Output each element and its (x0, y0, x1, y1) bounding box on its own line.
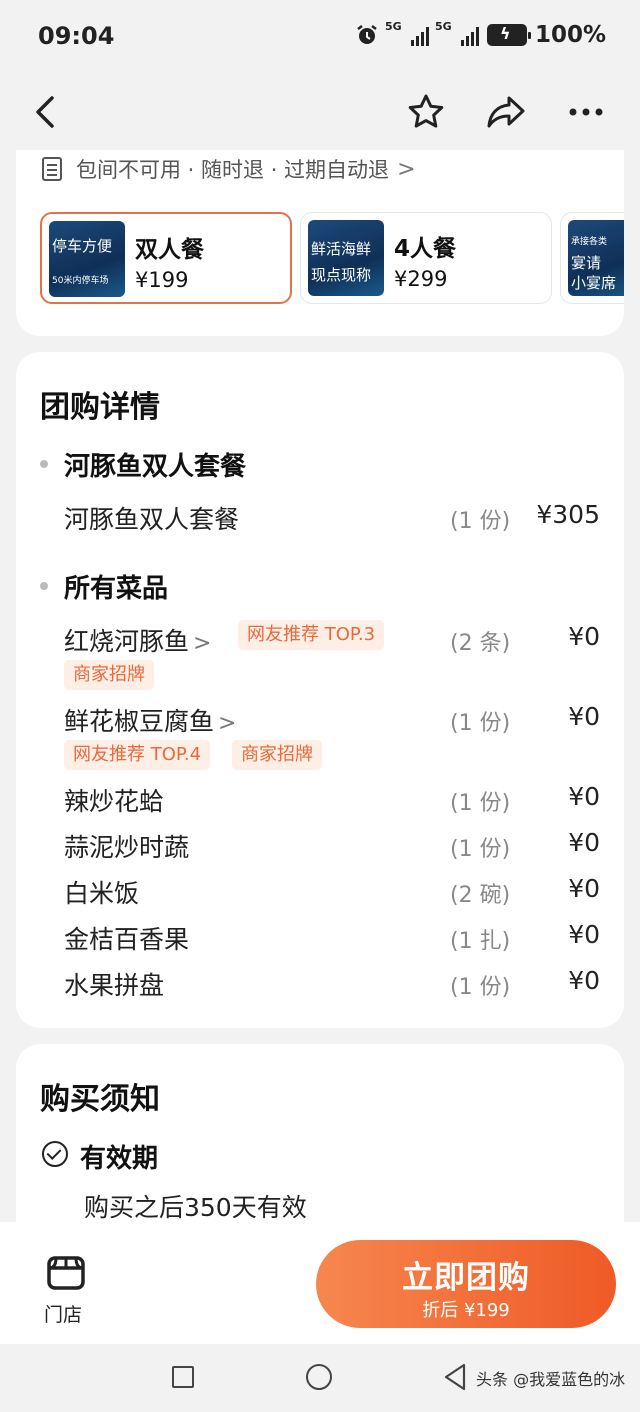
package-name: 双人餐 (135, 237, 204, 263)
dish-qty: (1 份) (450, 837, 511, 862)
details-title: 团购详情 (40, 390, 160, 425)
dish-qty: (1 份) (450, 711, 511, 736)
dish-qty: (1 份) (450, 975, 511, 1000)
dish-link[interactable]: 红烧河豚鱼 > (64, 622, 211, 658)
status-bar: 09:04 5G 5G ϟ 100% (0, 0, 640, 76)
signal-icon: 5G (385, 20, 429, 46)
recommend-tag: 网友推荐 TOP.3 (238, 620, 385, 650)
dish-price: ¥0 (568, 622, 600, 651)
home-button[interactable] (306, 1364, 332, 1390)
buy-now-button[interactable]: 立即团购 折后 ¥199 (316, 1240, 616, 1328)
document-icon (42, 157, 62, 181)
dish-price: ¥0 (568, 920, 600, 949)
store-label: 门店 (44, 1304, 83, 1326)
share-icon (487, 96, 525, 128)
battery-icon: ϟ (486, 24, 531, 46)
status-time: 09:04 (38, 22, 115, 50)
refund-policy-text: 包间不可用 · 随时退 · 过期自动退 (76, 158, 390, 182)
check-circle-icon (42, 1141, 68, 1167)
package-thumbnail: 停车方便 50米内停车场 (49, 221, 125, 297)
dish-price: ¥0 (568, 828, 600, 857)
dish-name: 辣炒花蛤 (64, 787, 165, 816)
package-price: ¥299 (394, 267, 448, 291)
chevron-right-icon: > (218, 711, 237, 736)
back-triangle-icon[interactable] (442, 1362, 468, 1392)
set-group-title: 河豚鱼双人套餐 (64, 452, 247, 482)
refund-policy-row[interactable]: 包间不可用 · 随时退 · 过期自动退 > (42, 154, 416, 184)
more-icon (569, 108, 603, 116)
back-arrow-icon (36, 96, 54, 128)
top-nav (0, 76, 640, 156)
back-button[interactable] (22, 88, 70, 136)
package-option-banquet[interactable]: 承接各类 宴请 小宴席 (560, 212, 624, 304)
dish-qty: (1 份) (450, 791, 511, 816)
buy-discount-label: 折后 ¥199 (422, 1300, 510, 1321)
chevron-right-icon: > (193, 631, 212, 656)
alarm-icon (357, 25, 377, 44)
dish-link[interactable]: 鲜花椒豆腐鱼 > (64, 702, 236, 738)
package-option-two-person[interactable]: 停车方便 50米内停车场 双人餐 ¥199 (40, 212, 292, 304)
bullet (40, 582, 48, 590)
system-nav-bar: 头条 @我爱蓝色的冰 (0, 1344, 640, 1412)
signal-icon: 5G (435, 20, 479, 46)
dishes-group-title: 所有菜品 (64, 574, 169, 604)
set-item-price: ¥305 (536, 500, 600, 529)
recents-button[interactable] (172, 1366, 194, 1388)
signature-tag: 商家招牌 (64, 660, 154, 690)
dish-qty: (2 碗) (450, 883, 511, 908)
dish-price: ¥0 (568, 874, 600, 903)
more-button[interactable] (562, 88, 610, 136)
bottom-action-bar: 门店 立即团购 折后 ¥199 (0, 1222, 640, 1344)
dish-name: 金桔百香果 (64, 925, 190, 954)
notice-title: 购买须知 (40, 1082, 160, 1117)
bullet (40, 460, 48, 468)
dish-name: 白米饭 (64, 879, 140, 908)
dish-qty: (2 条) (450, 631, 511, 656)
buy-now-label: 立即团购 (402, 1260, 530, 1296)
star-icon (408, 94, 444, 128)
package-thumbnail: 承接各类 宴请 小宴席 (568, 220, 624, 296)
dish-name: 蒜泥炒时蔬 (64, 833, 190, 862)
dish-price: ¥0 (568, 966, 600, 995)
watermark: 头条 @我爱蓝色的冰 (476, 1370, 626, 1389)
battery-level: 100% (534, 22, 606, 48)
dish-price: ¥0 (568, 702, 600, 731)
dish-price: ¥0 (568, 782, 600, 811)
status-icons: 5G 5G ϟ 100% (355, 20, 606, 48)
chevron-right-icon: > (397, 156, 416, 182)
favorite-button[interactable] (402, 88, 450, 136)
dish-qty: (1 扎) (450, 929, 511, 954)
package-thumbnail: 鲜活海鲜 现点现称 (308, 220, 384, 296)
validity-title: 有效期 (80, 1144, 159, 1174)
package-name: 4人餐 (394, 236, 457, 262)
set-item-qty: (1 份) (450, 509, 511, 534)
package-option-four-person[interactable]: 鲜活海鲜 现点现称 4人餐 ¥299 (300, 212, 552, 304)
share-button[interactable] (482, 88, 530, 136)
validity-text: 购买之后350天有效 (84, 1193, 307, 1222)
set-item-name: 河豚鱼双人套餐 (64, 505, 240, 534)
package-price: ¥199 (135, 268, 189, 292)
recommend-tag: 网友推荐 TOP.4 (64, 740, 211, 770)
signature-tag: 商家招牌 (232, 740, 322, 770)
dish-name: 水果拼盘 (64, 971, 165, 1000)
store-icon (47, 1256, 85, 1290)
